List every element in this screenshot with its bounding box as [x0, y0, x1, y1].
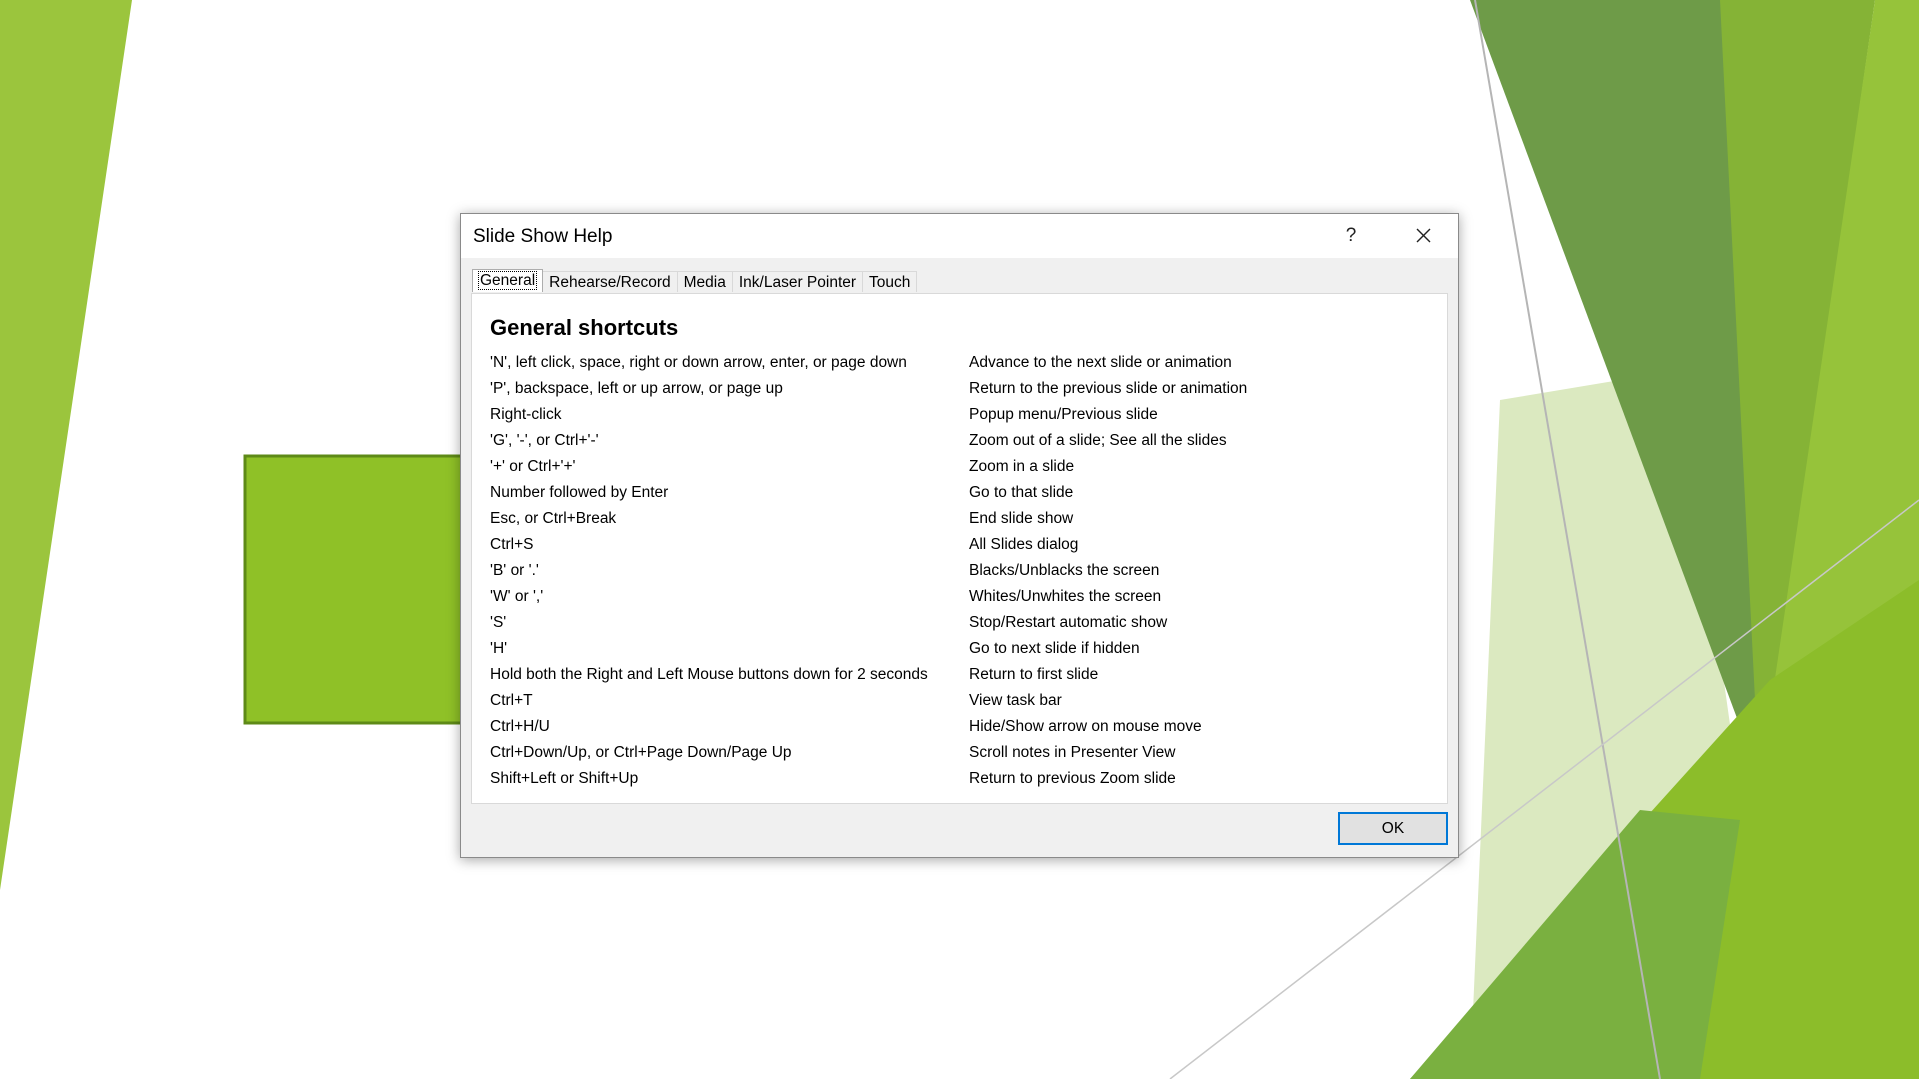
shortcut-action: Zoom in a slide: [969, 458, 1075, 475]
shortcut-key: Shift+Left or Shift+Up: [490, 770, 639, 787]
shortcut-key: 'B' or '.': [490, 562, 539, 579]
shortcut-action: Return to the previous slide or animatio…: [969, 380, 1248, 397]
tab-rehearse-record[interactable]: Rehearse/Record: [542, 271, 678, 292]
tab-strip: General Rehearse/Record Media Ink/Laser Poi…: [472, 269, 918, 293]
shortcut-action: Advance to the next slide or animation: [969, 354, 1232, 371]
shortcut-action: Go to next slide if hidden: [969, 640, 1140, 657]
shortcut-key: Ctrl+T: [490, 692, 533, 709]
shortcut-key: Right-click: [490, 406, 562, 423]
left-green-wedge: [0, 0, 132, 890]
shortcut-action: View task bar: [969, 692, 1062, 709]
tab-general[interactable]: General: [472, 269, 544, 292]
shortcut-key: 'H': [490, 640, 508, 657]
ok-button[interactable]: OK: [1338, 812, 1448, 845]
close-button[interactable]: [1406, 220, 1440, 250]
dialog-titlebar: Slide Show Help ?: [461, 214, 1458, 258]
slide-show-help-dialog: Slide Show Help ? General Rehearse/Record…: [460, 213, 1459, 858]
shortcut-key: 'P', backspace, left or up arrow, or pag…: [490, 380, 783, 397]
shortcut-action: Blacks/Unblacks the screen: [969, 562, 1160, 579]
tab-ink-laser-pointer[interactable]: Ink/Laser Pointer: [731, 271, 864, 292]
shortcut-key: Ctrl+Down/Up, or Ctrl+Page Down/Page Up: [490, 744, 792, 761]
dialog-title: Slide Show Help: [473, 226, 613, 247]
shortcut-key: 'G', '-', or Ctrl+'-': [490, 432, 599, 449]
shortcut-key: '+' or Ctrl+'+': [490, 458, 576, 475]
shortcut-key: Ctrl+S: [490, 536, 534, 553]
shortcut-action: Scroll notes in Presenter View: [969, 744, 1176, 761]
tab-label: Rehearse/Record: [549, 274, 671, 291]
shortcut-action: Return to first slide: [969, 666, 1099, 683]
shortcut-key: 'W' or ',': [490, 588, 544, 605]
shortcut-key: Ctrl+H/U: [490, 718, 550, 735]
help-button[interactable]: ?: [1336, 222, 1366, 250]
shortcut-action: Go to that slide: [969, 484, 1074, 501]
tab-label: General: [477, 271, 538, 290]
tab-media[interactable]: Media: [676, 271, 733, 292]
shortcut-action: All Slides dialog: [969, 536, 1079, 553]
shortcut-action: Popup menu/Previous slide: [969, 406, 1158, 423]
shortcut-action: Stop/Restart automatic show: [969, 614, 1168, 631]
shortcut-action: End slide show: [969, 510, 1074, 527]
shortcut-action: Whites/Unwhites the screen: [969, 588, 1162, 605]
tab-label: Touch: [869, 274, 911, 291]
tab-label: Ink/Laser Pointer: [738, 274, 857, 291]
shortcut-key: 'N', left click, space, right or down ar…: [490, 354, 907, 371]
shortcut-key: 'S': [490, 614, 507, 631]
panel-heading: General shortcuts: [490, 315, 679, 340]
tab-panel-general: General shortcuts 'N', left click, space…: [471, 293, 1448, 804]
shortcut-action: Zoom out of a slide; See all the slides: [969, 432, 1227, 449]
tab-label: Media: [683, 274, 726, 291]
shortcut-action: Return to previous Zoom slide: [969, 770, 1176, 787]
close-icon: [1416, 228, 1431, 243]
shortcut-key: Esc, or Ctrl+Break: [490, 510, 617, 527]
shortcut-key: Hold both the Right and Left Mouse butto…: [490, 666, 928, 683]
tab-touch[interactable]: Touch: [862, 271, 918, 292]
shortcut-action: Hide/Show arrow on mouse move: [969, 718, 1202, 735]
shortcut-key: Number followed by Enter: [490, 484, 669, 501]
